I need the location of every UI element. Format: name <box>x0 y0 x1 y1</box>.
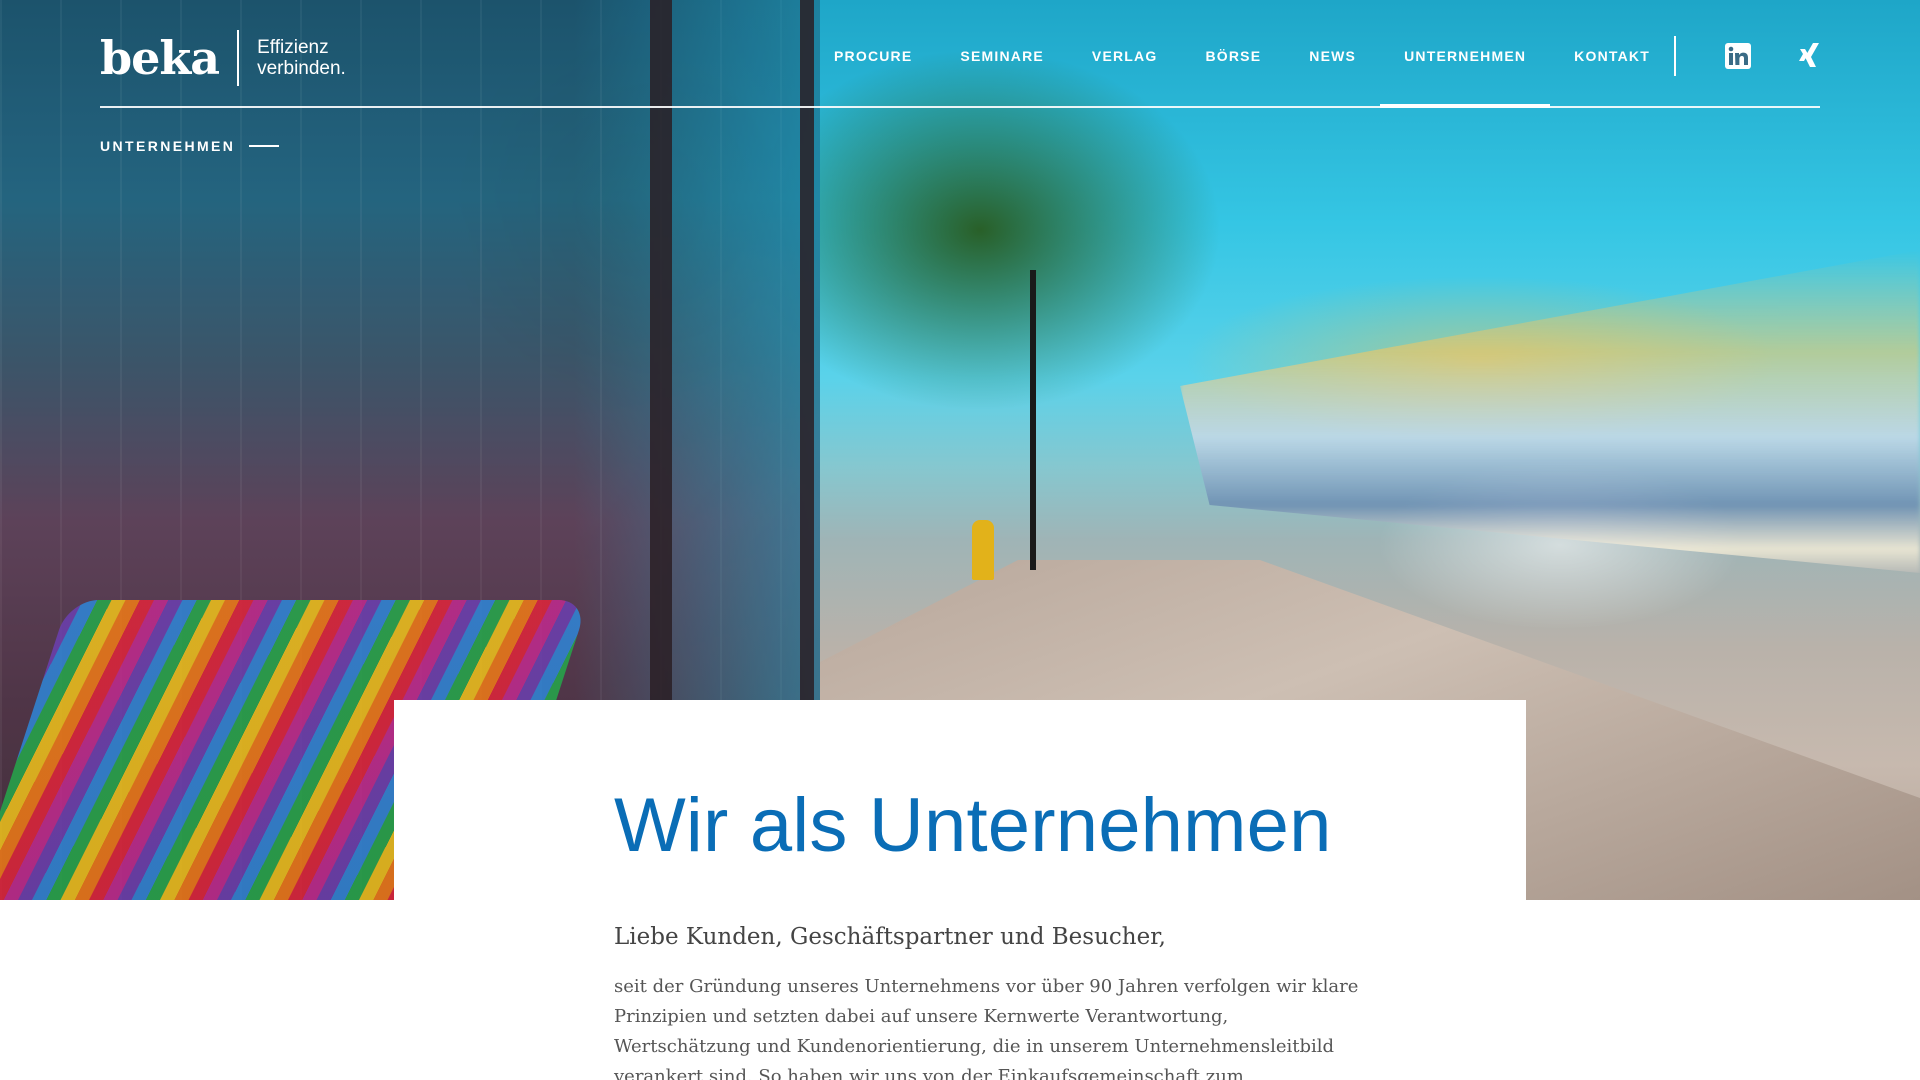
nav-item-procure[interactable]: PROCURE <box>834 38 912 108</box>
logo-divider <box>237 30 240 86</box>
nav-item-boerse[interactable]: BÖRSE <box>1205 38 1261 108</box>
shelter-pillar <box>650 0 672 700</box>
nav-item-seminare[interactable]: SEMINARE <box>960 38 1044 108</box>
motion-blurred-bus <box>1180 250 1920 573</box>
logo-tagline-line2: verbinden. <box>257 58 346 79</box>
nav-item-unternehmen[interactable]: UNTERNEHMEN <box>1380 38 1551 108</box>
nav-separator <box>1674 36 1676 76</box>
breadcrumb: UNTERNEHMEN <box>100 138 280 154</box>
street-lamp <box>1030 270 1036 570</box>
intro-line: verankert sind. So haben wir uns von der… <box>614 1066 1244 1080</box>
linkedin-icon[interactable] <box>1724 42 1752 70</box>
header-divider <box>100 106 1820 108</box>
intro-line: Prinzipien und setzten dabei auf unsere … <box>614 1006 1229 1027</box>
intro-line: seit der Gründung unseres Unternehmens v… <box>614 976 1359 997</box>
intro-paragraph: seit der Gründung unseres Unternehmens v… <box>614 972 1359 1080</box>
page-title: Wir als Unternehmen <box>614 783 1332 868</box>
greeting: Liebe Kunden, Geschäftspartner und Besuc… <box>614 924 1166 950</box>
nav-item-kontakt[interactable]: KONTAKT <box>1574 38 1650 108</box>
intro-line: Wertschätzung und Kundenorientierung, di… <box>614 1036 1335 1057</box>
logo-tagline-line1: Effizienz <box>257 37 329 58</box>
fire-hydrant <box>972 520 994 580</box>
nav-item-news[interactable]: NEWS <box>1309 38 1356 108</box>
nav-item-verlag[interactable]: VERLAG <box>1092 38 1158 108</box>
main-nav: PROCURE SEMINARE VERLAG BÖRSE NEWS UNTER… <box>810 38 1650 108</box>
breadcrumb-label: UNTERNEHMEN <box>100 138 236 154</box>
logo-wordmark: beka <box>100 31 220 85</box>
logo[interactable]: beka Effizienz verbinden. <box>100 28 346 88</box>
xing-icon[interactable] <box>1796 42 1824 70</box>
breadcrumb-line <box>249 145 280 147</box>
logo-tagline: Effizienz verbinden. <box>257 37 346 79</box>
